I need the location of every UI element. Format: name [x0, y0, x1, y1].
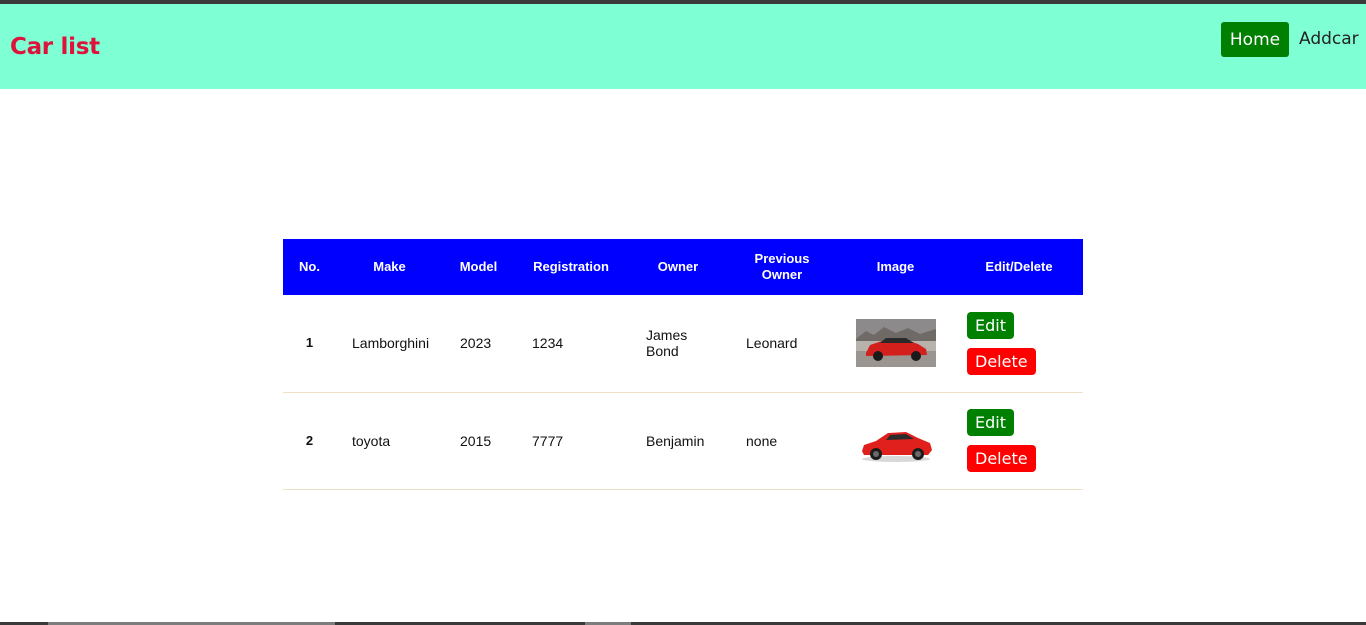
header-edit-delete: Edit/Delete — [955, 239, 1083, 295]
row-actions: Edit Delete — [955, 311, 1083, 375]
row-actions: Edit Delete — [955, 409, 1083, 472]
cell-owner: Benjamin — [628, 392, 728, 490]
cell-actions: Edit Delete — [955, 295, 1083, 393]
delete-button[interactable]: Delete — [967, 347, 1036, 375]
cell-image — [836, 392, 955, 490]
cell-image — [836, 295, 955, 393]
table-header-row: No. Make Model Registration Owner Previo… — [283, 239, 1083, 295]
header-previous-owner-label: Previous Owner — [754, 251, 810, 282]
header-model: Model — [443, 239, 514, 295]
cell-previous-owner: none — [728, 392, 836, 490]
nav-addcar-link[interactable]: Addcar — [1299, 29, 1359, 49]
delete-button[interactable]: Delete — [967, 445, 1036, 472]
cell-registration: 1234 — [514, 295, 628, 393]
car-image — [855, 319, 936, 368]
cell-model: 2015 — [443, 392, 514, 490]
cell-no: 2 — [283, 392, 336, 490]
cell-actions: Edit Delete — [955, 392, 1083, 490]
cell-registration: 7777 — [514, 392, 628, 490]
car-image — [855, 416, 936, 465]
edit-button[interactable]: Edit — [967, 409, 1014, 436]
cell-owner: James Bond — [628, 295, 728, 393]
cell-model: 2023 — [443, 295, 514, 393]
header-make: Make — [336, 239, 443, 295]
car-table: No. Make Model Registration Owner Previo… — [283, 239, 1083, 490]
header-no: No. — [283, 239, 336, 295]
cell-make: Lamborghini — [336, 295, 443, 393]
cell-previous-owner: Leonard — [728, 295, 836, 393]
header-previous-owner: Previous Owner — [728, 239, 836, 295]
table-row: 1 Lamborghini 2023 1234 James Bond Leona… — [283, 295, 1083, 393]
edit-button[interactable]: Edit — [967, 311, 1014, 339]
nav-home-button[interactable]: Home — [1221, 22, 1289, 57]
navbar: Car list Home Addcar — [0, 4, 1366, 89]
cell-make: toyota — [336, 392, 443, 490]
header-image: Image — [836, 239, 955, 295]
header-owner: Owner — [628, 239, 728, 295]
brand-title: Car list — [10, 34, 100, 60]
header-registration: Registration — [514, 239, 628, 295]
table-row: 2 toyota 2015 7777 Benjamin none Edit De… — [283, 392, 1083, 490]
cell-no: 1 — [283, 295, 336, 393]
cell-owner-text: James Bond — [646, 327, 688, 360]
